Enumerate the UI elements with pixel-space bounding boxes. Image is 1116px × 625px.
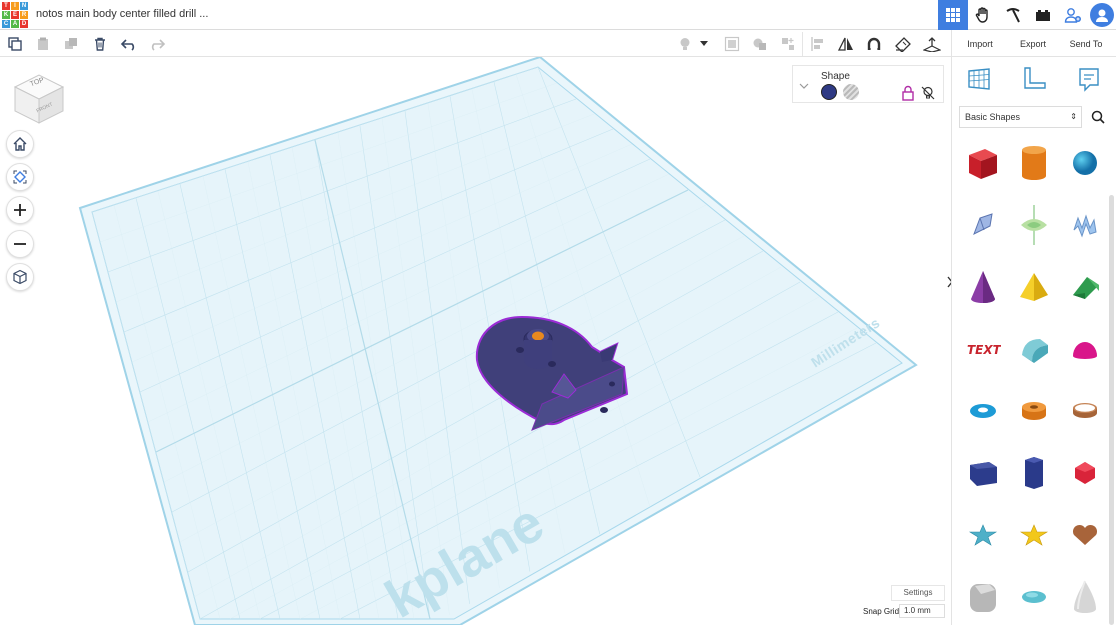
- user-avatar-icon[interactable]: [1090, 3, 1114, 27]
- cylinder-shape[interactable]: [1012, 137, 1056, 189]
- shape-library-value: Basic Shapes: [965, 112, 1021, 122]
- tinkercad-logo[interactable]: T I N K E R C A D: [2, 2, 28, 28]
- fit-view-button[interactable]: [6, 163, 34, 191]
- lock-icon[interactable]: [901, 85, 915, 106]
- grid-view-icon[interactable]: [938, 0, 968, 30]
- light-bulb-icon[interactable]: [675, 34, 695, 54]
- hole-button[interactable]: [843, 84, 859, 100]
- selected-3d-object[interactable]: [472, 312, 642, 432]
- star-5-shape[interactable]: [1012, 509, 1056, 561]
- delete-icon[interactable]: [90, 34, 110, 54]
- polyhedron-shape[interactable]: [1063, 447, 1107, 499]
- align-icon[interactable]: [778, 34, 798, 54]
- home-icon: [13, 137, 27, 151]
- import-button[interactable]: Import: [952, 30, 1008, 57]
- hide-bulb-icon[interactable]: [920, 85, 936, 106]
- box-shape[interactable]: [961, 137, 1005, 189]
- workplane-icon[interactable]: [922, 34, 942, 54]
- perspective-button[interactable]: [6, 263, 34, 291]
- paste-icon[interactable]: [33, 34, 53, 54]
- cone-shape[interactable]: [961, 261, 1005, 313]
- tinkercad-app: T I N K E R C A D notos main body center…: [0, 0, 1116, 625]
- fit-view-icon: [13, 170, 27, 184]
- redo-icon[interactable]: [147, 34, 167, 54]
- toolbar-separator: [802, 32, 803, 56]
- ellipsoid-shape[interactable]: [1012, 571, 1056, 623]
- send-to-button[interactable]: Send To: [1058, 30, 1114, 57]
- shape-inspector: Shape: [792, 65, 944, 103]
- duplicate-icon[interactable]: [61, 34, 81, 54]
- solid-color-button[interactable]: [821, 84, 837, 100]
- rounded-box-shape[interactable]: [961, 571, 1005, 623]
- home-view-button[interactable]: [6, 130, 34, 158]
- zoom-in-button[interactable]: [6, 196, 34, 224]
- star-shape[interactable]: [961, 509, 1005, 561]
- right-panel: Import Export Send To Basic Shapes ⇕ TEX…: [951, 30, 1116, 625]
- svg-text:TEXT: TEXT: [967, 343, 1001, 357]
- collapse-chevron-icon[interactable]: [799, 77, 809, 95]
- zoom-out-button[interactable]: [6, 230, 34, 258]
- grid-tab-icon[interactable]: [964, 64, 994, 94]
- plus-icon: [14, 204, 26, 216]
- settings-button[interactable]: Settings: [891, 585, 945, 601]
- tube-shape[interactable]: [1012, 385, 1056, 437]
- export-button[interactable]: Export: [1008, 30, 1058, 57]
- half-sphere-shape[interactable]: [1063, 323, 1107, 375]
- mirror-icon[interactable]: [836, 34, 856, 54]
- scribble-shape[interactable]: [961, 199, 1005, 251]
- ungroup-icon[interactable]: [750, 34, 770, 54]
- file-actions: Import Export Send To: [952, 30, 1116, 57]
- round-roof-shape[interactable]: [1012, 323, 1056, 375]
- shape-library-select[interactable]: Basic Shapes ⇕: [959, 106, 1082, 128]
- shape-panel-title: Shape: [821, 71, 850, 82]
- 3d-viewport[interactable]: Millimeters kplane TOP FRONT Shape Setti…: [0, 57, 951, 625]
- torus-shape[interactable]: [961, 385, 1005, 437]
- search-shapes-button[interactable]: [1085, 106, 1111, 128]
- notes-tab-icon[interactable]: [1074, 64, 1104, 94]
- bricks-icon[interactable]: [1028, 0, 1058, 30]
- minus-icon: [14, 243, 26, 245]
- magnet-icon[interactable]: [864, 34, 884, 54]
- wedge-box-shape[interactable]: [961, 447, 1005, 499]
- top-bar: T I N K E R C A D notos main body center…: [0, 0, 1116, 30]
- scrollbar-thumb[interactable]: [1109, 195, 1114, 625]
- text-shape-red[interactable]: TEXT: [961, 323, 1005, 375]
- ruler-tab-icon[interactable]: [1019, 64, 1049, 94]
- add-user-icon[interactable]: [1058, 0, 1088, 30]
- library-scrollbar[interactable]: [1109, 135, 1114, 625]
- shape-generator-shape[interactable]: [1012, 199, 1056, 251]
- view-cube[interactable]: TOP FRONT: [12, 69, 66, 132]
- align-objects-icon[interactable]: [808, 34, 828, 54]
- search-icon: [1091, 110, 1105, 124]
- text-shape-blue[interactable]: [1063, 199, 1107, 251]
- hexagonal-prism-shape[interactable]: [1012, 447, 1056, 499]
- panel-tabs: [952, 64, 1116, 98]
- copy-icon[interactable]: [5, 34, 25, 54]
- pickaxe-icon[interactable]: [998, 0, 1028, 30]
- cube-icon: [13, 269, 27, 285]
- ring-shape[interactable]: [1063, 385, 1107, 437]
- heart-shape[interactable]: [1063, 509, 1107, 561]
- snap-grid-label: Snap Grid: [863, 607, 900, 616]
- design-title[interactable]: notos main body center filled drill ...: [36, 8, 208, 20]
- ruler-icon[interactable]: [893, 34, 913, 54]
- group-icon[interactable]: [722, 34, 742, 54]
- sphere-shape[interactable]: [1063, 137, 1107, 189]
- snap-grid-select[interactable]: 1.0 mm: [899, 604, 945, 618]
- roof-shape[interactable]: [1063, 261, 1107, 313]
- paraboloid-shape[interactable]: [1063, 571, 1107, 623]
- undo-icon[interactable]: [119, 34, 139, 54]
- select-arrows-icon: ⇕: [1070, 112, 1077, 121]
- pyramid-shape[interactable]: [1012, 261, 1056, 313]
- hand-icon[interactable]: [968, 0, 998, 30]
- dropdown-icon[interactable]: [697, 34, 711, 54]
- top-right-icons: [938, 0, 1116, 30]
- edit-toolbar: [0, 30, 1116, 57]
